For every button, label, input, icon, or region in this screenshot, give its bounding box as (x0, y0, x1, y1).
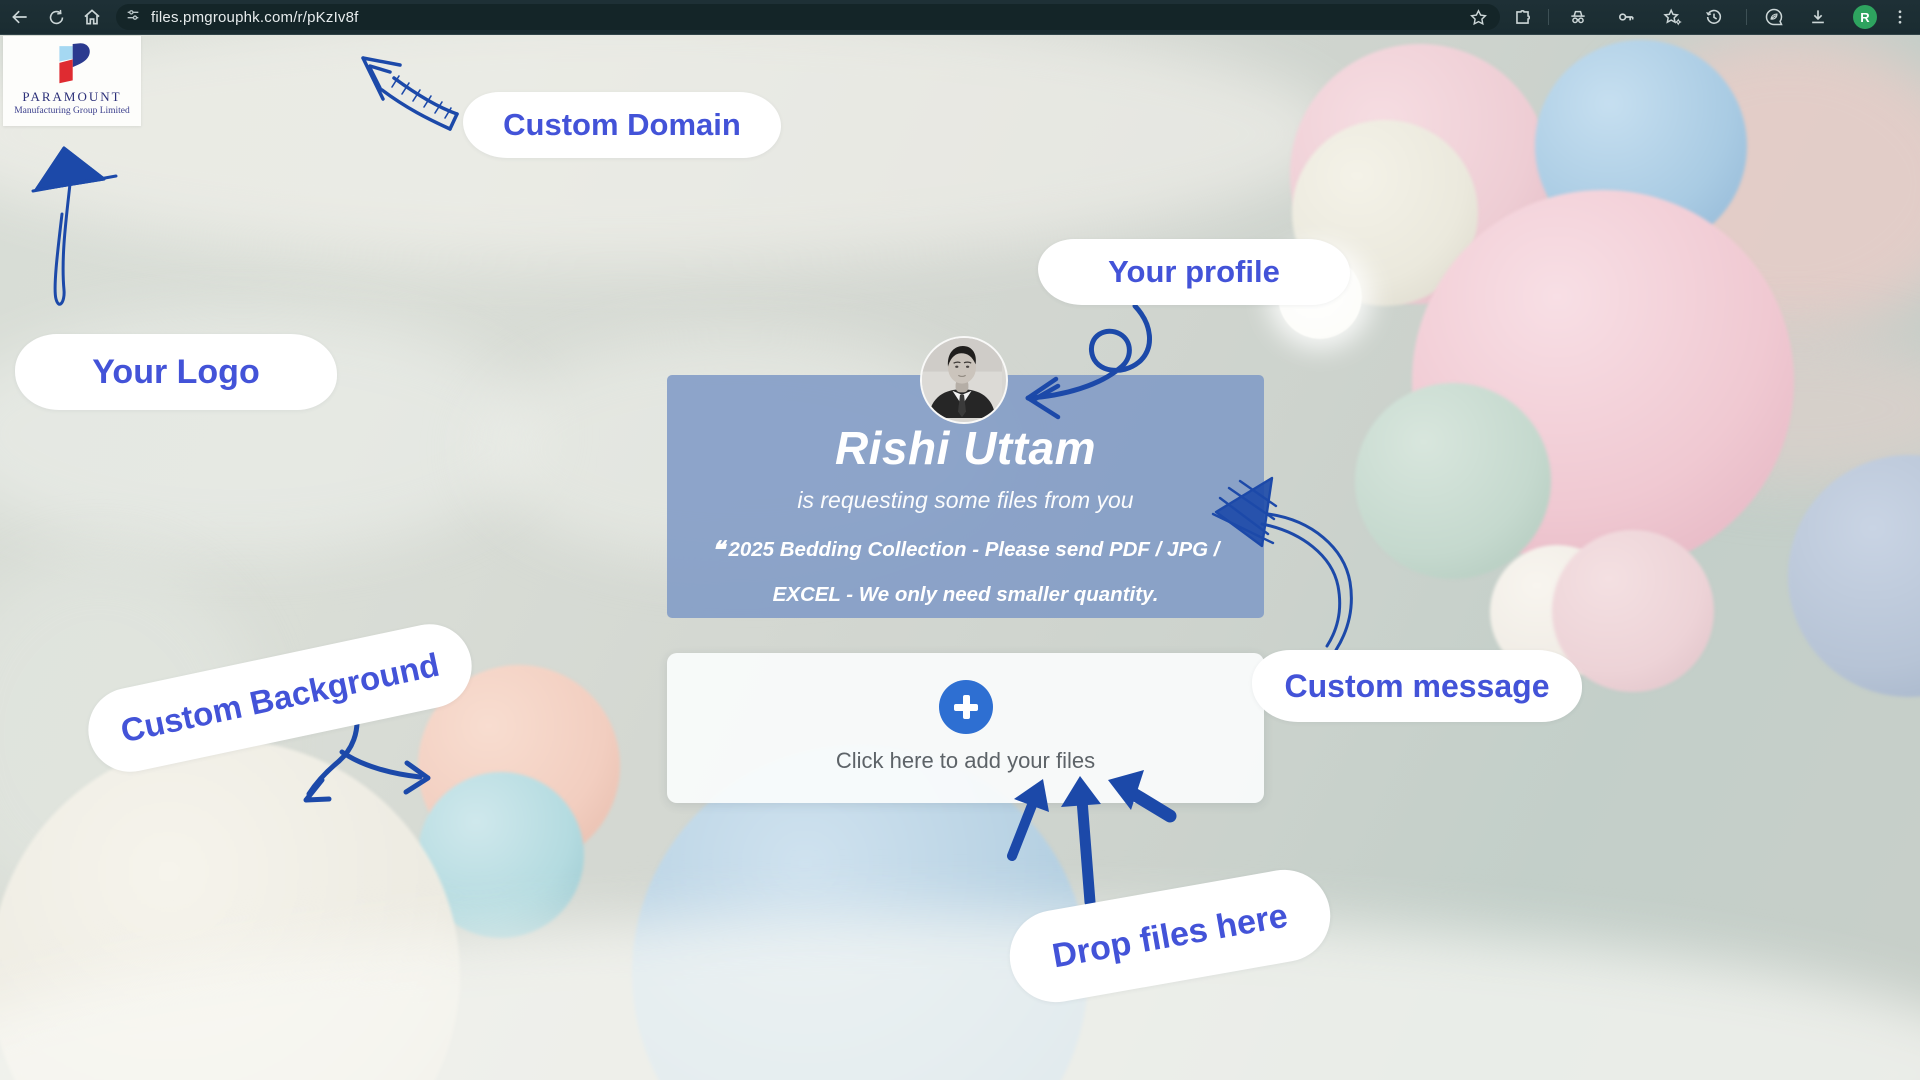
star-icon (1469, 8, 1488, 27)
extensions-button[interactable] (1510, 5, 1534, 29)
callout-your-logo: Your Logo (15, 334, 337, 410)
home-button[interactable] (80, 5, 104, 29)
bookmark-star-button[interactable] (1466, 5, 1490, 29)
avatar-portrait (922, 338, 1002, 418)
extensions-icon (1513, 8, 1532, 27)
file-dropzone[interactable]: Click here to add your files (667, 653, 1264, 803)
incognito-icon (1568, 7, 1588, 27)
background-sphere (1355, 383, 1551, 579)
leaf-icon (1764, 7, 1784, 27)
callout-custom-domain: Custom Domain (463, 92, 781, 158)
profile-button[interactable]: R (1853, 5, 1877, 29)
history-clock-icon (1704, 7, 1724, 27)
reload-button[interactable] (44, 5, 68, 29)
message-body: 2025 Bedding Collection - Please send PD… (728, 538, 1219, 606)
history-button[interactable] (1702, 5, 1726, 29)
key-icon (1616, 7, 1636, 27)
callout-custom-message: Custom message (1252, 650, 1582, 722)
profile-initial: R (1860, 10, 1869, 25)
logo-company-name: PARAMOUNT (22, 89, 121, 105)
back-icon (10, 7, 30, 27)
download-icon (1808, 7, 1828, 27)
address-bar[interactable]: files.pmgrouphk.com/r/pKzIv8f (116, 4, 1500, 30)
downloads-button[interactable] (1806, 5, 1830, 29)
home-icon (82, 7, 102, 27)
custom-message-text: ❝2025 Bedding Collection - Please send P… (696, 528, 1236, 615)
company-logo: PARAMOUNT Manufacturing Group Limited (3, 36, 141, 126)
request-subtitle: is requesting some files from you (667, 487, 1264, 514)
screenshot-root: PARAMOUNT Manufacturing Group Limited Ri… (0, 0, 1920, 1080)
logo-subtitle: Manufacturing Group Limited (14, 106, 130, 116)
background-sphere (1788, 455, 1920, 697)
add-files-plus-icon[interactable] (939, 680, 993, 734)
site-settings-icon[interactable] (125, 7, 141, 28)
browser-toolbar: files.pmgrouphk.com/r/pKzIv8f (0, 0, 1920, 35)
url-text[interactable]: files.pmgrouphk.com/r/pKzIv8f (151, 9, 359, 26)
profile-avatar[interactable] (920, 336, 1008, 424)
reload-icon (47, 8, 66, 27)
kebab-menu-icon (1891, 8, 1909, 26)
menu-button[interactable] (1888, 5, 1912, 29)
sparkle-star-button[interactable] (1660, 5, 1684, 29)
incognito-button[interactable] (1566, 5, 1590, 29)
paramount-logo-icon (51, 42, 93, 88)
dropzone-label: Click here to add your files (836, 748, 1095, 774)
callout-your-profile: Your profile (1038, 239, 1350, 305)
requester-name: Rishi Uttam (667, 421, 1264, 475)
performance-button[interactable] (1762, 5, 1786, 29)
toolbar-divider (1548, 9, 1549, 25)
back-button[interactable] (8, 5, 32, 29)
sparkle-star-icon (1662, 7, 1682, 27)
toolbar-divider (1746, 9, 1747, 25)
quote-icon: ❝ (712, 537, 725, 564)
password-manager-button[interactable] (1614, 5, 1638, 29)
